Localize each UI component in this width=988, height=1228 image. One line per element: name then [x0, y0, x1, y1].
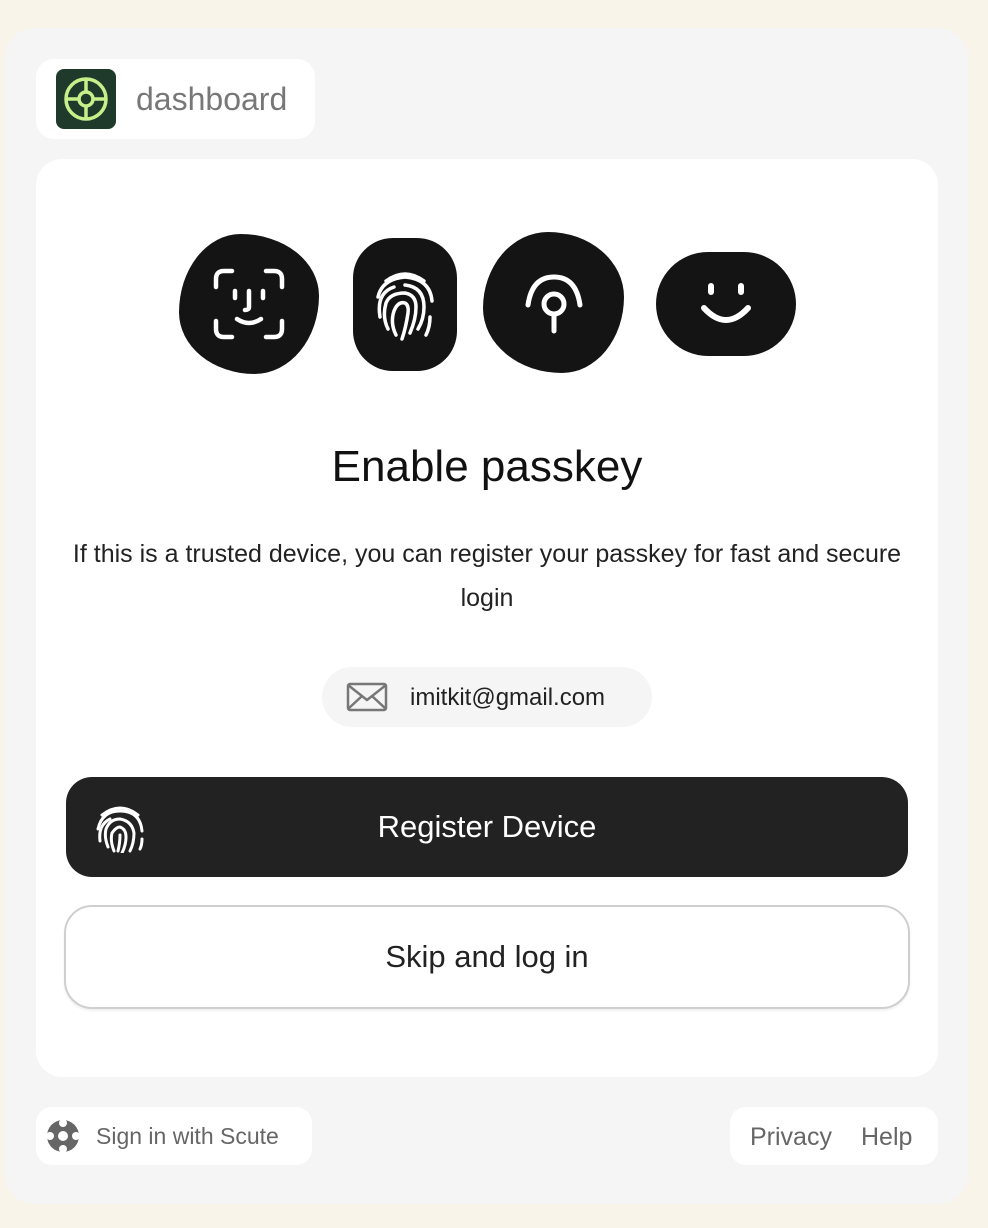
- brand-chip: dashboard: [36, 59, 315, 139]
- page-title: Enable passkey: [331, 442, 643, 491]
- footer-links: Privacy Help: [730, 1107, 938, 1165]
- passkey-card: Enable passkey If this is a trusted devi…: [36, 159, 938, 1077]
- skip-login-label: Skip and log in: [385, 939, 589, 974]
- email-chip: imitkit@gmail.com: [322, 667, 652, 727]
- orbit-logo-icon: [56, 69, 116, 129]
- privacy-link[interactable]: Privacy: [750, 1123, 832, 1151]
- sign-in-with-scute-label: Sign in with Scute: [96, 1123, 279, 1149]
- page-subtitle: If this is a trusted device, you can reg…: [72, 540, 902, 612]
- register-device-label: Register Device: [377, 809, 597, 844]
- fingerprint-icon: [353, 238, 457, 371]
- register-device-button[interactable]: Register Device: [66, 777, 908, 877]
- help-link[interactable]: Help: [861, 1123, 912, 1151]
- scute-logo-icon: [46, 1119, 80, 1153]
- email-value: imitkit@gmail.com: [410, 684, 606, 711]
- face-id-icon: [179, 234, 319, 374]
- smile-icon: [656, 252, 796, 356]
- fingerprint-icon: [96, 806, 144, 853]
- skip-login-button[interactable]: Skip and log in: [64, 905, 910, 1009]
- passkey-icon: [483, 232, 624, 373]
- brand-name: dashboard: [136, 81, 288, 117]
- mail-icon: [346, 682, 388, 712]
- sign-in-with-scute[interactable]: Sign in with Scute: [36, 1107, 312, 1165]
